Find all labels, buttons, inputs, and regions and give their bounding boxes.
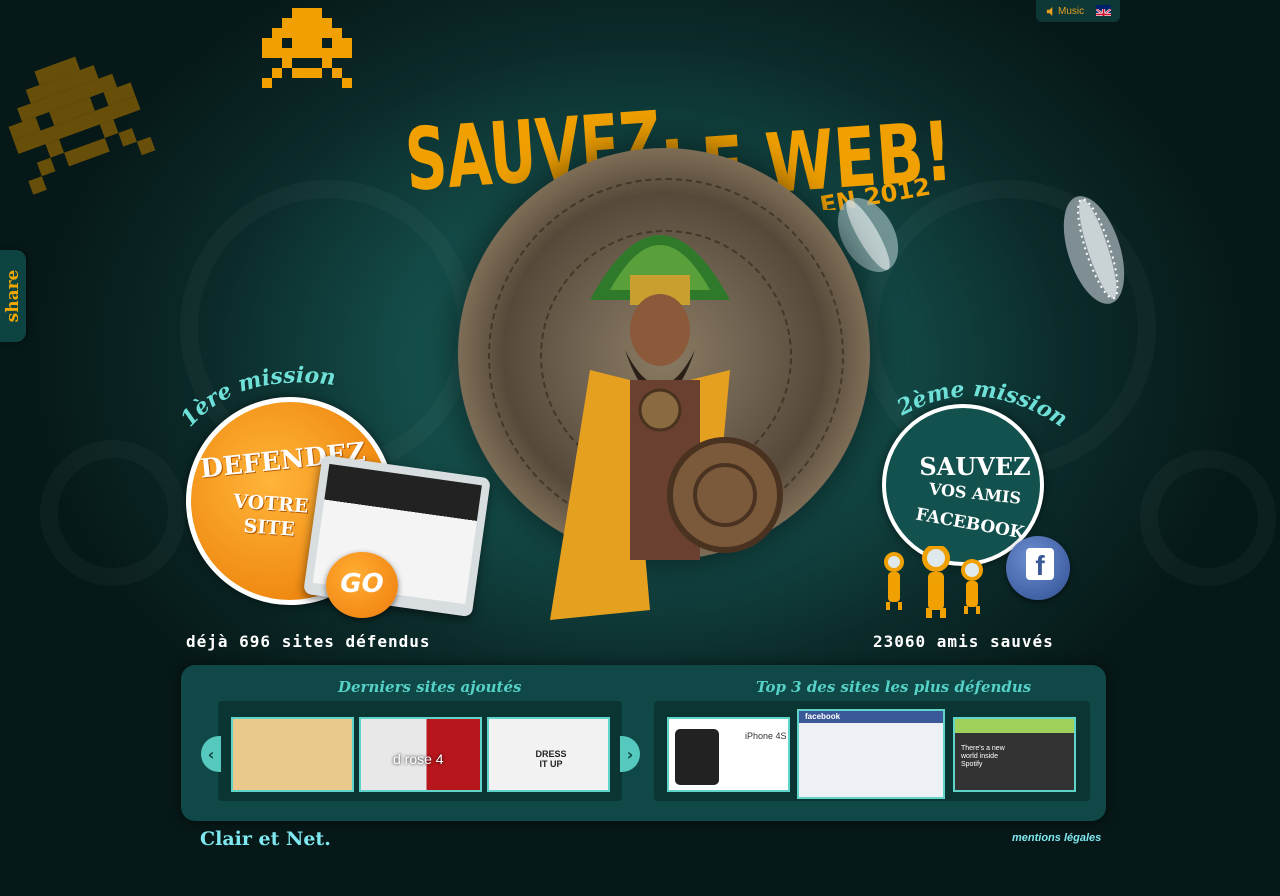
thumbnail-caption: facebook [805, 712, 841, 721]
site-thumbnail[interactable]: There's a new world inside Spotify [953, 717, 1076, 792]
legal-notice-link[interactable]: mentions légales [1012, 832, 1101, 844]
thumbnail-caption: DRESS IT UP [535, 749, 567, 769]
facebook-button[interactable]: f [1006, 536, 1070, 600]
top-sites-title: Top 3 des sites les plus défendus [756, 678, 1032, 696]
go-button[interactable]: GO [326, 552, 398, 618]
chevron-right-icon: › [626, 744, 634, 764]
facebook-icon: f [1026, 548, 1054, 581]
space-invader-icon [8, 56, 156, 195]
speaker-icon [1046, 6, 1053, 16]
chevron-left-icon: ‹ [207, 744, 215, 764]
go-label: GO [340, 569, 384, 599]
thumbnail-caption: iPhone 4S [745, 731, 787, 741]
thumbnail-caption: There's a new world inside Spotify [961, 745, 1005, 768]
background-pattern [1140, 450, 1276, 586]
site-thumbnail[interactable]: DRESS IT UP [487, 717, 610, 792]
uk-flag-icon[interactable] [1096, 5, 1111, 16]
music-label: Music [1058, 5, 1085, 17]
mission2-title: SAUVEZ [919, 452, 1031, 481]
share-tab[interactable]: share [0, 250, 26, 342]
site-thumbnail[interactable]: facebook [797, 709, 945, 799]
thumbnail-caption: d rose 4 [393, 751, 444, 767]
phone-image [675, 729, 719, 785]
site-thumbnail[interactable]: d rose 4 [359, 717, 482, 792]
brand-logo[interactable]: Clair et Net. [200, 828, 331, 850]
share-label: share [3, 269, 23, 323]
ufo-icon [1063, 196, 1125, 304]
music-toggle[interactable]: Music [1046, 4, 1084, 18]
site-thumbnail[interactable]: iPhone 4S [667, 717, 790, 792]
site-thumbnail[interactable] [231, 717, 354, 792]
background-pattern [40, 440, 186, 586]
latest-sites-title: Derniers sites ajoutés [338, 678, 522, 696]
friends-figures-image [884, 546, 983, 618]
aztec-warrior-image [550, 235, 783, 620]
sites-defended-count: déjà 696 sites défendus [186, 632, 431, 651]
space-invader-icon [262, 8, 352, 88]
friends-saved-count: 23060 amis sauvés [873, 632, 1054, 651]
